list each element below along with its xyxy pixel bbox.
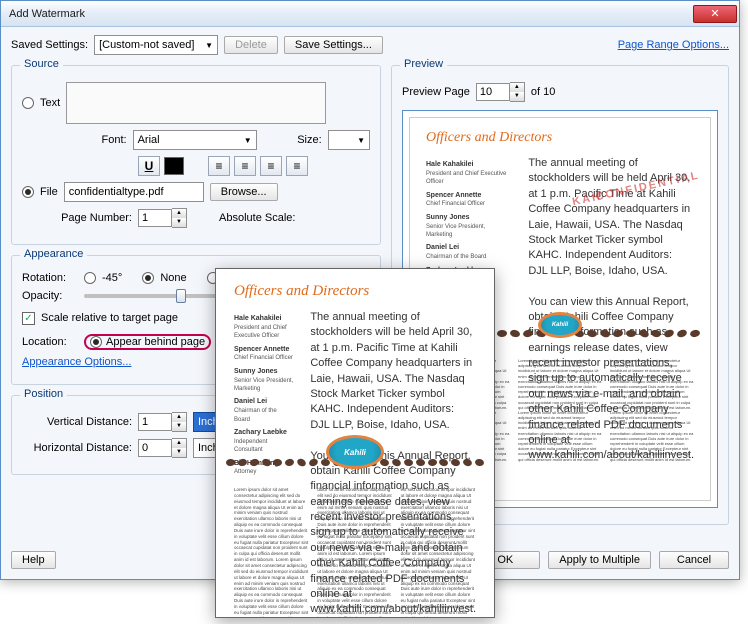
floating-document-preview: Officers and Directors Hale KahakileiPre… (215, 268, 495, 618)
font-label: Font: (22, 134, 127, 146)
save-settings-button[interactable]: Save Settings... (284, 36, 383, 54)
page-number-label: Page Number: (22, 212, 132, 224)
preview-page-label: Preview Page (402, 86, 470, 98)
absolute-scale-label: Absolute Scale: (219, 212, 295, 224)
delete-button[interactable]: Delete (224, 36, 278, 54)
step-up-icon[interactable]: ▲ (172, 209, 186, 218)
step-up-icon[interactable]: ▲ (510, 83, 524, 92)
step-up-icon[interactable]: ▲ (172, 413, 186, 422)
align-right-button[interactable]: ≡ (260, 156, 282, 176)
opacity-label: Opacity: (22, 290, 78, 302)
step-down-icon[interactable]: ▼ (172, 218, 186, 227)
position-legend: Position (20, 388, 67, 400)
preview-of-label: of 10 (531, 86, 555, 98)
browse-button[interactable]: Browse... (210, 183, 278, 201)
close-button[interactable]: ✕ (693, 5, 737, 23)
titlebar: Add Watermark ✕ (1, 1, 739, 27)
step-up-icon[interactable]: ▲ (172, 439, 186, 448)
source-group: Source Text Font: Arial▼ Size: (11, 65, 381, 245)
scale-relative-checkbox[interactable] (22, 312, 35, 325)
rot-none-radio[interactable] (142, 272, 154, 284)
align-left-button[interactable]: ≡ (208, 156, 230, 176)
chevron-down-icon: ▼ (205, 41, 213, 50)
align-justify-button[interactable]: ≡ (286, 156, 308, 176)
opacity-slider[interactable] (84, 294, 224, 298)
cancel-button[interactable]: Cancel (659, 551, 729, 569)
preview-page-stepper[interactable]: ▲▼ (476, 82, 525, 102)
help-button[interactable]: Help (11, 551, 56, 569)
watermark-text-input[interactable] (66, 82, 326, 124)
appear-behind-radio[interactable] (90, 336, 102, 348)
hd-stepper[interactable]: ▲▼ (138, 438, 187, 458)
doc-heading: Officers and Directors (234, 283, 476, 300)
rot-neg45-radio[interactable] (84, 272, 96, 284)
font-select[interactable]: Arial▼ (133, 130, 257, 150)
size-label: Size: (297, 134, 321, 146)
step-down-icon[interactable]: ▼ (510, 92, 524, 101)
align-center-button[interactable]: ≡ (234, 156, 256, 176)
appear-behind-label: Appear behind page (106, 336, 205, 348)
chevron-down-icon: ▼ (357, 136, 365, 145)
page-range-options-link[interactable]: Page Range Options... (618, 39, 729, 51)
vd-label: Vertical Distance: (22, 416, 132, 428)
font-color-swatch[interactable] (164, 157, 184, 175)
step-down-icon[interactable]: ▼ (172, 422, 186, 431)
slider-thumb[interactable] (176, 289, 186, 303)
appearance-options-link[interactable]: Appearance Options... (22, 356, 131, 368)
apply-multiple-button[interactable]: Apply to Multiple (548, 551, 651, 569)
brand-logo: Kahili (326, 435, 384, 469)
rotation-label: Rotation: (22, 272, 78, 284)
close-icon: ✕ (710, 7, 719, 20)
brand-logo: Kahili (538, 312, 582, 338)
underline-button[interactable]: U (138, 156, 160, 176)
source-legend: Source (20, 58, 63, 70)
location-label: Location: (22, 336, 78, 348)
page-number-stepper[interactable]: ▲▼ (138, 208, 187, 228)
saved-settings-select[interactable]: [Custom-not saved] ▼ (94, 35, 218, 55)
appearance-legend: Appearance (20, 248, 87, 260)
text-radio[interactable] (22, 97, 34, 109)
doc-heading: Officers and Directors (426, 130, 694, 146)
vd-stepper[interactable]: ▲▼ (138, 412, 187, 432)
preview-legend: Preview (400, 58, 447, 70)
file-radio-label: File (40, 186, 58, 198)
step-down-icon[interactable]: ▼ (172, 448, 186, 457)
text-radio-label: Text (40, 97, 60, 109)
hd-label: Horizontal Distance: (22, 442, 132, 454)
file-radio[interactable] (22, 186, 34, 198)
saved-settings-label: Saved Settings: (11, 39, 88, 51)
scale-relative-label: Scale relative to target page (41, 312, 178, 324)
chevron-down-icon: ▼ (244, 136, 252, 145)
window-title: Add Watermark (9, 8, 693, 20)
size-select[interactable]: ▼ (328, 130, 370, 150)
file-path-input[interactable] (64, 182, 204, 202)
